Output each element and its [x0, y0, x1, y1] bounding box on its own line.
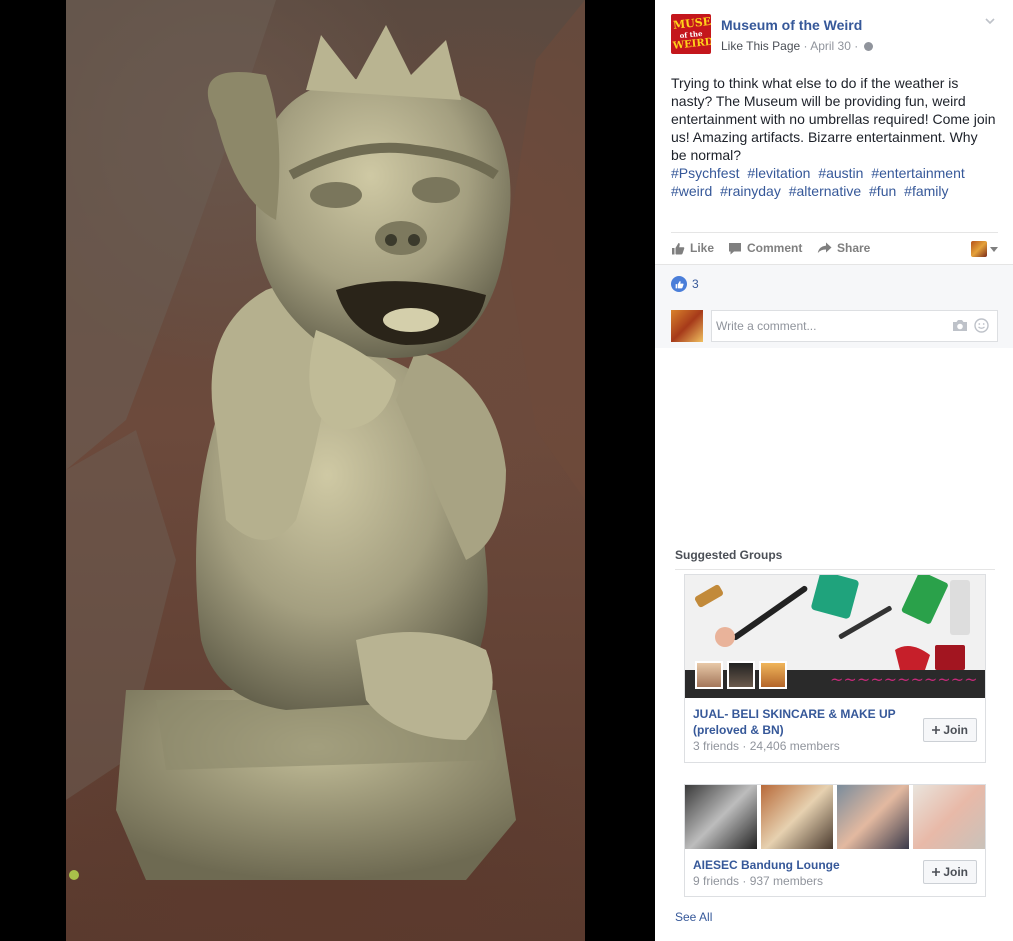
group-photo	[685, 785, 757, 849]
like-count: 3	[692, 277, 699, 291]
group-photo	[761, 785, 833, 849]
like-thumb-icon	[675, 280, 684, 288]
hashtag-link[interactable]: #levitation	[747, 165, 810, 181]
photo-viewer	[0, 0, 655, 941]
current-user-avatar[interactable]	[671, 310, 703, 342]
like-label: Like	[690, 241, 715, 255]
hashtag-link[interactable]: #family	[904, 183, 948, 199]
post-body: Trying to think what else to do if the w…	[671, 74, 996, 200]
share-button[interactable]: Share	[817, 241, 870, 255]
group-cover-photos[interactable]	[685, 785, 985, 849]
hashtag-list: #Psychfest #levitation #austin #entertai…	[671, 165, 969, 199]
suggested-groups-title: Suggested Groups	[675, 548, 783, 562]
group-photo	[837, 785, 909, 849]
friend-avatar[interactable]	[759, 661, 787, 689]
reaction-summary[interactable]: 3	[671, 276, 699, 292]
group-name-link[interactable]: AIESEC Bandung Lounge	[693, 857, 903, 873]
post-meta: Like This Page · April 30 ·	[721, 39, 873, 53]
group-friend-avatars	[695, 661, 787, 689]
join-label: Join	[943, 723, 968, 737]
gargoyle-illustration	[66, 0, 585, 880]
page-name-link[interactable]: Museum of the Weird	[721, 17, 862, 33]
post-header: MUSEUM of the WEIRD Museum of the Weird …	[671, 14, 1001, 56]
hashtag-link[interactable]: #austin	[818, 165, 863, 181]
friend-avatar[interactable]	[727, 661, 755, 689]
hashtag-link[interactable]: #Psychfest	[671, 165, 739, 181]
hashtag-link[interactable]: #entertainment	[871, 165, 964, 181]
logo-line-3: WEIRD	[672, 36, 711, 52]
suggested-group-card: ~~~~~~~~~~~ JUAL- BELI SKINCARE & MAKE U…	[684, 574, 986, 763]
group-name-link[interactable]: JUAL- BELI SKINCARE & MAKE UP (preloved …	[693, 706, 903, 738]
comment-button[interactable]: Comment	[728, 241, 802, 255]
actor-avatar	[971, 241, 987, 257]
group-stats: 3 friends · 24,406 members	[693, 739, 840, 753]
smiley-icon[interactable]	[974, 318, 989, 333]
group-cover-photo[interactable]: ~~~~~~~~~~~	[685, 575, 985, 698]
post-actions-bar: Like Comment Share	[671, 232, 998, 264]
comment-label: Comment	[747, 241, 803, 255]
comment-composer	[671, 310, 998, 342]
hashtag-link[interactable]: #alternative	[789, 183, 861, 199]
post-body-text: Trying to think what else to do if the w…	[671, 75, 996, 163]
plus-icon	[932, 868, 941, 876]
share-arrow-icon	[817, 242, 832, 253]
caret-down-icon	[990, 246, 998, 252]
share-label: Share	[837, 241, 871, 255]
comments-area: 3	[655, 264, 1013, 348]
svg-text:~~~~~~~~~~~: ~~~~~~~~~~~	[830, 670, 977, 689]
post-side-panel: MUSEUM of the WEIRD Museum of the Weird …	[655, 0, 1013, 941]
like-reaction-icon	[671, 276, 687, 292]
meta-separator: ·	[803, 39, 808, 53]
see-all-link[interactable]: See All	[675, 910, 712, 924]
group-photo	[913, 785, 985, 849]
like-button[interactable]: Like	[671, 241, 714, 255]
group-stats: 9 friends · 937 members	[693, 874, 824, 888]
chevron-down-icon[interactable]	[985, 16, 995, 26]
suggested-group-card: AIESEC Bandung Lounge 9 friends · 937 me…	[684, 784, 986, 897]
page-avatar[interactable]: MUSEUM of the WEIRD	[671, 14, 711, 54]
join-label: Join	[943, 865, 968, 879]
hashtag-link[interactable]: #fun	[869, 183, 896, 199]
divider	[675, 569, 995, 570]
like-thumb-icon	[672, 242, 685, 254]
post-date[interactable]: April 30	[810, 39, 851, 53]
comment-bubble-icon	[729, 242, 741, 254]
hashtag-link[interactable]: #rainyday	[720, 183, 781, 199]
meta-separator-2: ·	[854, 39, 859, 53]
join-group-button[interactable]: Join	[923, 718, 977, 742]
camera-icon[interactable]	[952, 319, 968, 332]
friend-avatar[interactable]	[695, 661, 723, 689]
plus-icon	[932, 726, 941, 734]
hashtag-link[interactable]: #weird	[671, 183, 712, 199]
actor-selector[interactable]	[971, 241, 998, 257]
gargoyle-photo[interactable]	[66, 0, 585, 941]
join-group-button[interactable]: Join	[923, 860, 977, 884]
like-page-link[interactable]: Like This Page	[721, 39, 800, 53]
globe-icon	[863, 42, 873, 51]
